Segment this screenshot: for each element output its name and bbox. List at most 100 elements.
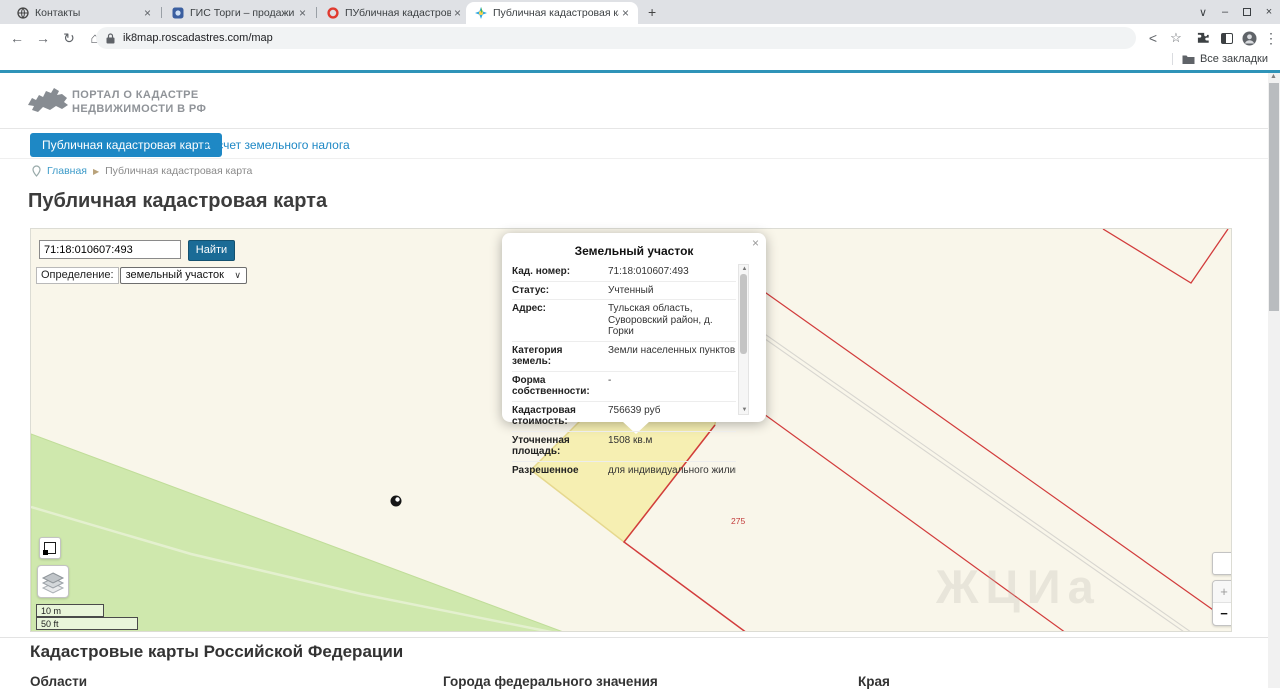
layers-button[interactable] <box>37 565 69 598</box>
tab-pkk-yandex[interactable]: ПУбличная кадастровая ка × <box>318 2 470 24</box>
back-button[interactable]: ← <box>6 27 28 49</box>
nav-tab-public-map[interactable]: Публичная кадастровая карта <box>30 133 223 157</box>
nav-link-land-tax[interactable]: Расчет земельного налога <box>203 138 350 152</box>
bookmark-star-icon[interactable]: ☆ <box>1165 27 1187 49</box>
breadcrumb-separator-icon: ▶ <box>92 166 100 176</box>
reload-button[interactable]: ↻ <box>58 27 80 49</box>
footer-column-federal-cities: Города федерального значения <box>443 674 658 689</box>
close-icon[interactable]: × <box>296 6 309 20</box>
search-button[interactable]: Найти <box>188 240 235 261</box>
forest-polygon <box>31 433 563 631</box>
table-row: Форма собственности: - <box>512 370 736 401</box>
tab-pkk-active[interactable]: Публичная кадастровая ка × <box>466 2 638 24</box>
red-ring-icon <box>327 7 339 19</box>
browser-toolbar: ← → ↻ ⌂ ik8map.roscadastres.com/map < ☆ … <box>0 24 1280 52</box>
row-label: Статус: <box>512 284 550 296</box>
globe-icon <box>17 7 29 19</box>
url-text: ik8map.roscadastres.com/map <box>123 32 273 44</box>
table-row: Кадастровая стоимость: 756639 руб <box>512 400 736 431</box>
close-icon[interactable]: × <box>141 6 154 20</box>
search-input[interactable] <box>39 240 181 259</box>
new-tab-button[interactable]: + <box>648 4 656 20</box>
zoom-in-button[interactable]: + <box>1213 581 1231 603</box>
tab-gis-torgi[interactable]: ГИС Торги – продажи госуд × <box>163 2 315 24</box>
bookmarks-bar: Все закладки <box>0 52 1280 70</box>
row-value: - <box>608 374 612 386</box>
row-label: Адрес: <box>512 303 546 314</box>
row-value: Тульская область, Суворовский район, д. … <box>608 303 713 337</box>
tab-search-chevron-icon[interactable]: ∨ <box>1192 0 1214 24</box>
page-title: Публичная кадастровая карта <box>28 190 328 212</box>
popup-attribute-table: Кад. номер: 71:18:010607:493 Статус: Учт… <box>512 263 736 479</box>
tab-title: ГИС Торги – продажи госуд <box>190 7 296 19</box>
boundary-v-shape <box>1102 229 1229 284</box>
extent-button[interactable] <box>39 537 61 559</box>
popup-scrollbar[interactable]: ▲ ▼ <box>738 264 749 415</box>
breadcrumb-home-link[interactable]: Главная <box>47 165 87 177</box>
extensions-puzzle-icon[interactable] <box>1192 27 1214 49</box>
scroll-up-icon[interactable]: ▲ <box>740 266 749 272</box>
row-label: Форма собственности: <box>512 374 590 398</box>
row-value: Учтенный <box>608 284 654 296</box>
close-icon[interactable]: × <box>451 6 464 20</box>
location-pin-icon <box>32 165 41 177</box>
footer-column-kraya: Края <box>858 674 890 689</box>
filter-label: Определение: <box>36 267 119 284</box>
tab-separator <box>316 7 317 18</box>
tab-contacts[interactable]: Контакты × <box>8 2 160 24</box>
tab-title: Публичная кадастровая ка <box>493 7 619 19</box>
restore-button[interactable] <box>1236 0 1258 24</box>
row-label: Категория земель: <box>512 344 563 368</box>
window-close-button[interactable]: × <box>1258 0 1280 24</box>
tab-title: ПУбличная кадастровая ка <box>345 7 451 19</box>
layers-icon <box>41 572 65 594</box>
menu-icon[interactable]: ⋮ <box>1260 27 1280 49</box>
table-row: Статус: Учтенный <box>512 280 736 300</box>
share-icon[interactable]: < <box>1142 27 1164 49</box>
row-value: для индивидуального жилищного <box>608 464 736 476</box>
russia-map-logo <box>28 88 68 112</box>
table-row: Категория земель: Земли населенных пункт… <box>512 340 736 371</box>
scrollbar-thumb[interactable] <box>740 274 747 354</box>
forward-button[interactable]: → <box>32 27 54 49</box>
row-label: Уточненная площадь: <box>512 434 570 458</box>
minimize-button[interactable]: – <box>1214 0 1236 24</box>
map-pin-multicolor-icon <box>475 7 487 19</box>
row-label: Разрешенное <box>512 464 579 476</box>
scroll-up-icon[interactable]: ▲ <box>1270 73 1277 80</box>
object-type-select[interactable]: земельный участок ∨ <box>119 267 247 284</box>
address-bar[interactable]: ik8map.roscadastres.com/map <box>96 27 1136 49</box>
cursor-marker-dot <box>395 497 400 502</box>
footer-heading: Кадастровые карты Российской Федерации <box>30 642 404 661</box>
lock-icon <box>106 32 115 43</box>
table-row: Уточненная площадь: 1508 кв.м <box>512 430 736 461</box>
divider <box>0 637 1268 638</box>
scroll-down-icon[interactable]: ▼ <box>740 407 749 413</box>
footer-column-oblasti: Области <box>30 674 88 689</box>
map-tool-button[interactable] <box>1212 552 1231 575</box>
logo-line1: ПОРТАЛ О КАДАСТРЕ <box>72 89 199 101</box>
scale-bar-metric: 10 m <box>36 604 104 617</box>
side-panel-icon[interactable] <box>1216 27 1238 49</box>
close-icon[interactable]: × <box>619 6 632 20</box>
map-search-panel: Найти <box>39 240 235 261</box>
extent-icon <box>43 542 56 555</box>
scale-bar-imperial: 50 ft <box>36 617 138 630</box>
object-type-value: земельный участок <box>125 269 224 281</box>
page-scrollbar[interactable]: ▲ <box>1268 73 1280 688</box>
zoom-control: + − <box>1212 580 1231 626</box>
divider <box>0 158 1268 159</box>
close-icon[interactable]: × <box>752 236 759 250</box>
scrollbar-thumb[interactable] <box>1269 83 1279 311</box>
row-label: Кад. номер: <box>512 266 571 277</box>
table-row: Кад. номер: 71:18:010607:493 <box>512 263 736 281</box>
divider <box>1171 53 1173 65</box>
zoom-out-button[interactable]: − <box>1213 603 1231 625</box>
map-filter-panel: Определение: земельный участок ∨ <box>36 267 247 284</box>
row-value: 756639 руб <box>608 404 661 416</box>
row-label: Кадастровая стоимость: <box>512 404 576 428</box>
all-bookmarks-button[interactable]: Все закладки <box>1171 53 1268 65</box>
breadcrumb: Главная ▶ Публичная кадастровая карта <box>32 165 252 177</box>
profile-avatar[interactable] <box>1238 27 1260 49</box>
row-value: Земли населенных пунктов <box>608 344 736 356</box>
